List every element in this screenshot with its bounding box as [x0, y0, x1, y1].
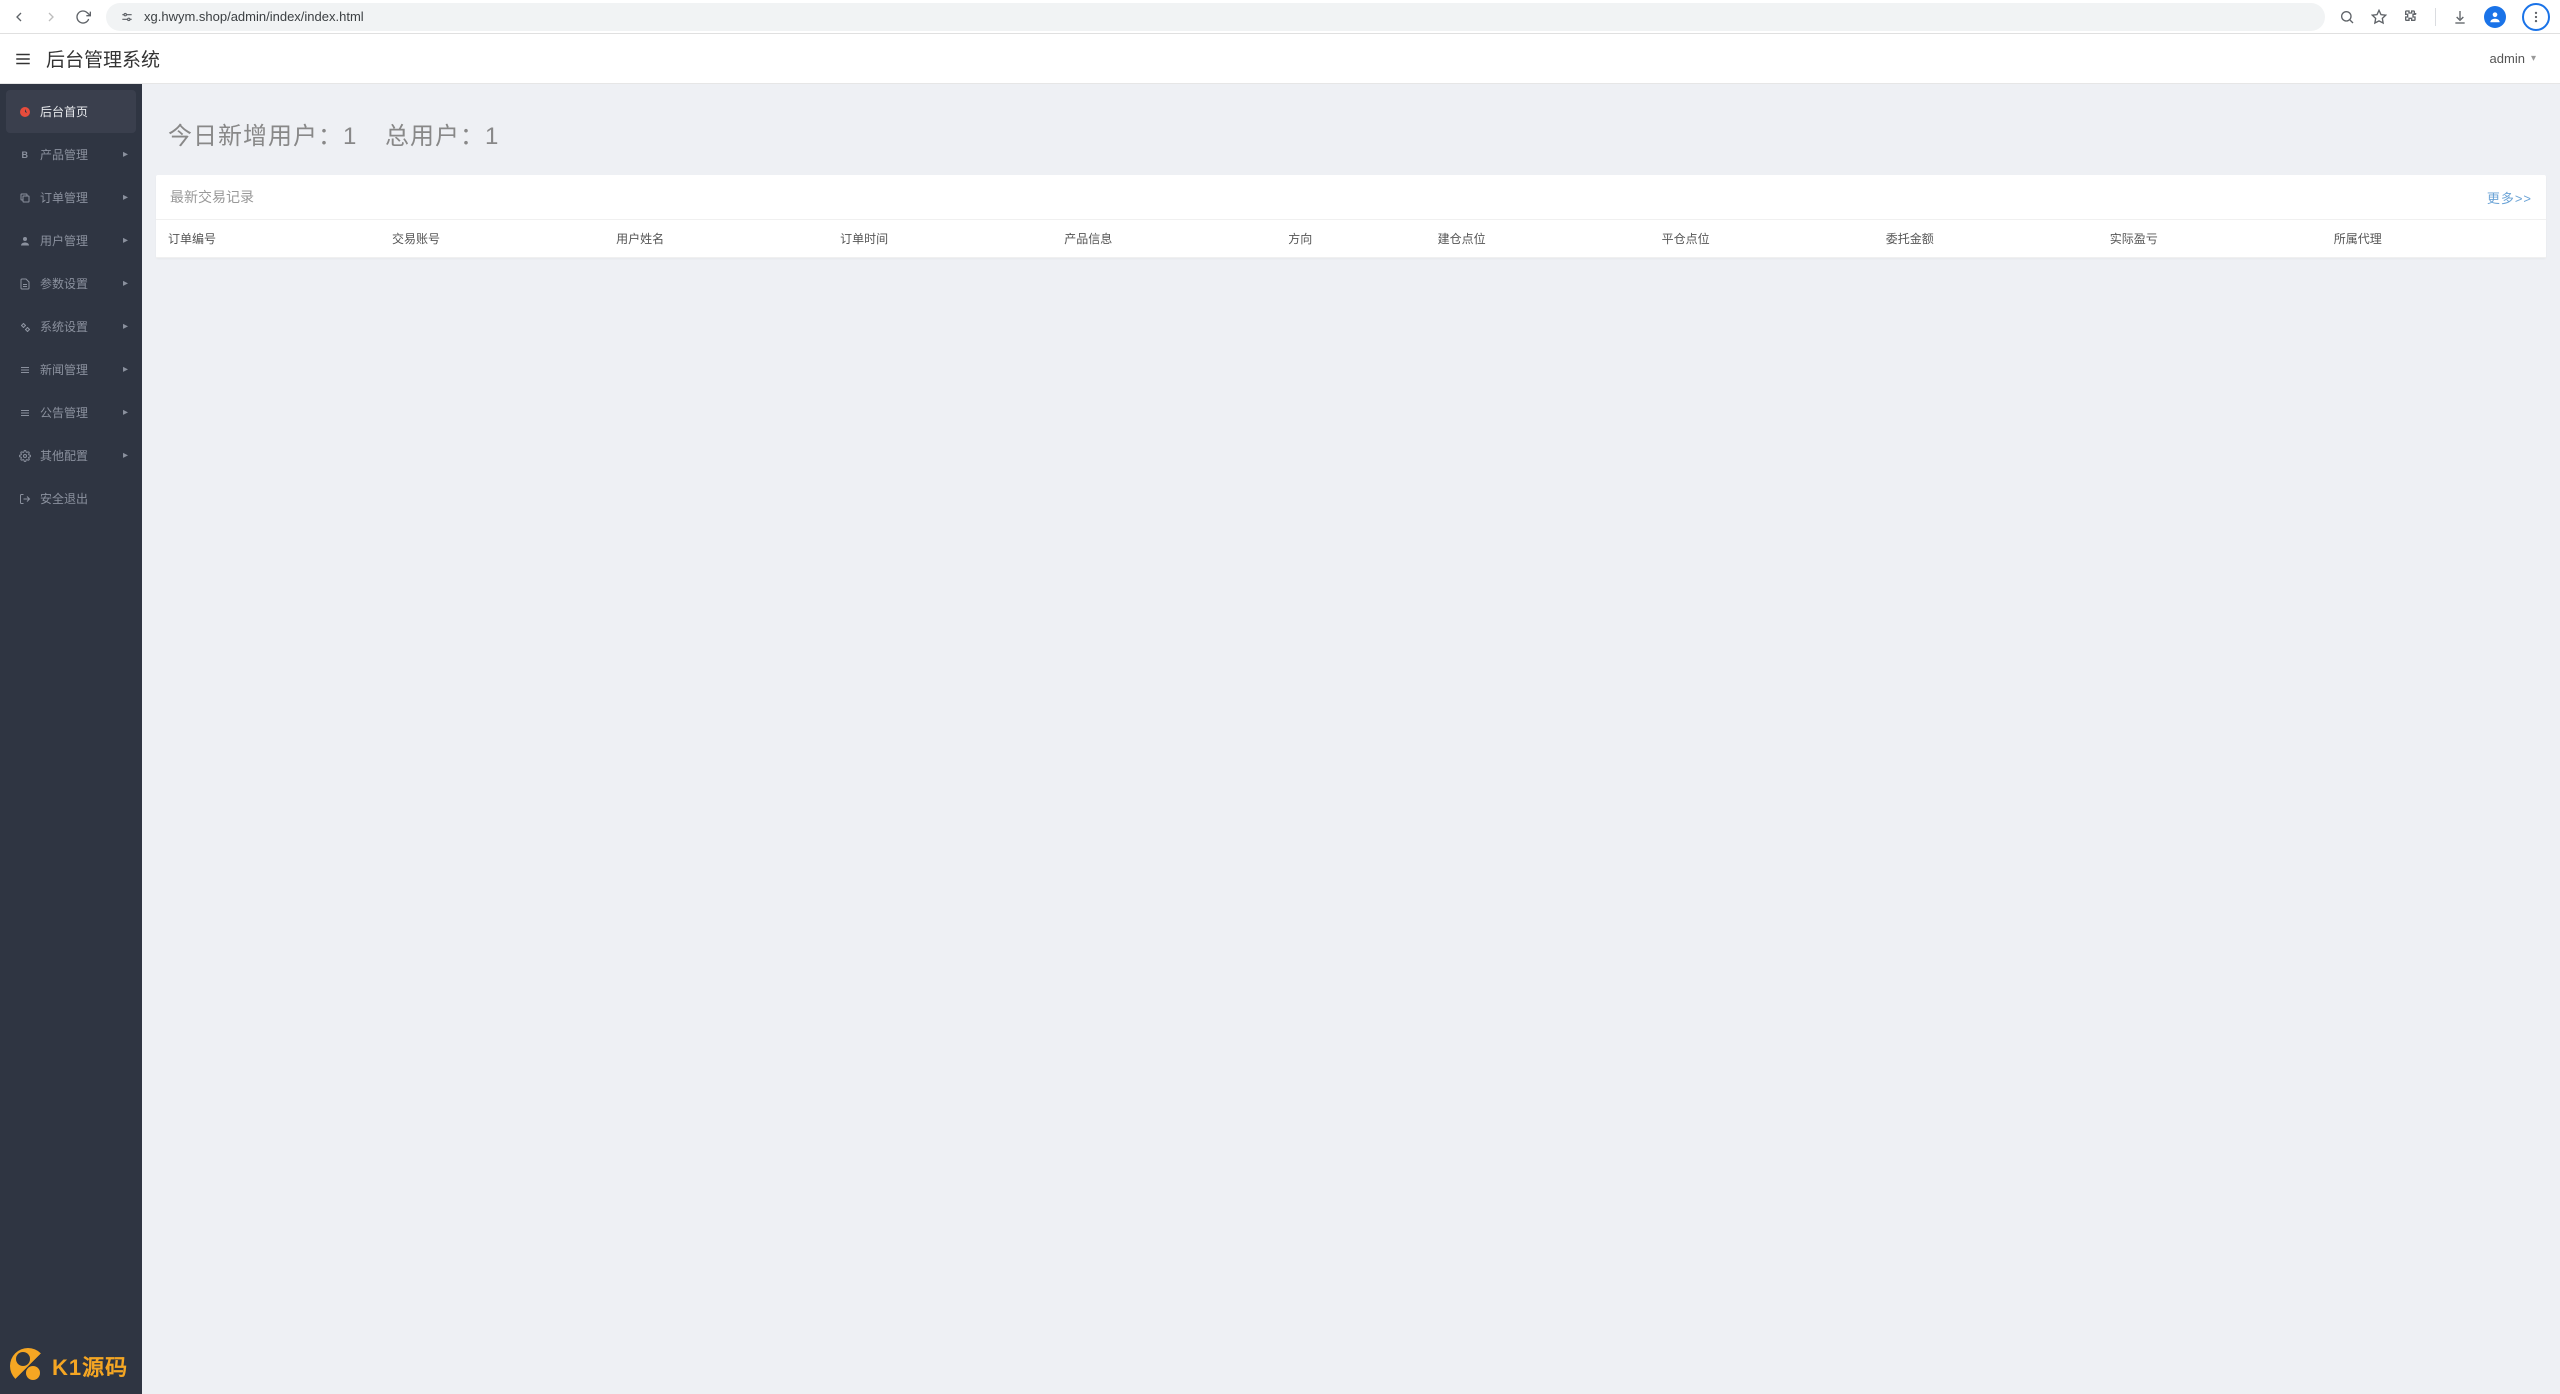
user-name: admin [2490, 51, 2525, 66]
sidebar-item-9[interactable]: 安全退出 [0, 477, 142, 520]
site-settings-icon[interactable] [120, 10, 134, 24]
chevron-right-icon: ▸ [123, 321, 128, 332]
chevron-right-icon: ▸ [123, 364, 128, 375]
stat-total-users: 总用户：1 [385, 116, 503, 151]
app-header: 后台管理系统 admin ▾ [0, 34, 2560, 84]
table-header: 实际盈亏 [2098, 220, 2322, 258]
more-link[interactable]: 更多>> [2487, 188, 2532, 207]
table-header: 建仓点位 [1426, 220, 1650, 258]
address-bar[interactable]: xg.hwym.shop/admin/index/index.html [106, 3, 2325, 31]
list-icon [17, 364, 33, 376]
back-button[interactable] [10, 8, 28, 26]
dashboard-icon [17, 106, 33, 118]
table-header: 用户姓名 [604, 220, 828, 258]
sidebar-item-6[interactable]: 新闻管理 ▸ [0, 348, 142, 391]
cogs-icon [17, 321, 33, 333]
table-header: 订单编号 [156, 220, 380, 258]
file-icon [17, 278, 33, 290]
copy-icon [17, 192, 33, 204]
chevron-right-icon: ▸ [123, 278, 128, 289]
browser-toolbar: xg.hwym.shop/admin/index/index.html [0, 0, 2560, 34]
chevron-right-icon: ▸ [123, 407, 128, 418]
sidebar-item-5[interactable]: 系统设置 ▸ [0, 305, 142, 348]
reload-button[interactable] [74, 8, 92, 26]
app-title: 后台管理系统 [46, 45, 160, 72]
sidebar-item-label: 公告管理 [40, 404, 88, 421]
browser-menu-icon[interactable] [2522, 3, 2550, 31]
sidebar: 后台首页 B 产品管理 ▸ 订单管理 ▸ 用户管理 ▸ 参数设置 ▸ 系统设置 ▸ 新闻管理 ▸ 公告管理 ▸… [0, 84, 142, 1394]
sidebar-item-label: 新闻管理 [40, 361, 88, 378]
search-zoom-icon[interactable] [2339, 9, 2355, 25]
table-header: 平仓点位 [1650, 220, 1874, 258]
downloads-icon[interactable] [2452, 9, 2468, 25]
stat-today-new-users: 今日新增用户：1 [168, 116, 361, 151]
forward-button[interactable] [42, 8, 60, 26]
watermark-logo-icon [10, 1348, 46, 1384]
latest-transactions-card: 最新交易记录 更多>> 订单编号交易账号用户姓名订单时间产品信息方向建仓点位平仓… [156, 175, 2546, 258]
svg-text:B: B [22, 150, 29, 160]
sidebar-item-label: 其他配置 [40, 447, 88, 464]
sidebar-item-label: 参数设置 [40, 275, 88, 292]
table-header: 委托金额 [1874, 220, 2098, 258]
sidebar-item-8[interactable]: 其他配置 ▸ [0, 434, 142, 477]
extensions-icon[interactable] [2403, 9, 2419, 25]
bitcoin-icon: B [17, 149, 33, 161]
chevron-right-icon: ▸ [123, 450, 128, 461]
watermark: K1源码 [10, 1348, 128, 1384]
watermark-text: K1源码 [52, 1350, 128, 1382]
table-header: 产品信息 [1052, 220, 1276, 258]
sidebar-item-2[interactable]: 订单管理 ▸ [0, 176, 142, 219]
divider [2435, 8, 2436, 26]
sidebar-item-label: 安全退出 [40, 490, 88, 507]
table-header: 所属代理 [2322, 220, 2546, 258]
main-content: 今日新增用户：1 总用户：1 最新交易记录 更多>> 订单编号交易账号用户姓名订… [142, 84, 2560, 1394]
sidebar-item-label: 系统设置 [40, 318, 88, 335]
card-title: 最新交易记录 [170, 187, 254, 207]
sidebar-item-4[interactable]: 参数设置 ▸ [0, 262, 142, 305]
sidebar-toggle-icon[interactable] [14, 50, 32, 68]
sidebar-item-7[interactable]: 公告管理 ▸ [0, 391, 142, 434]
chevron-right-icon: ▸ [123, 149, 128, 160]
table-header: 订单时间 [828, 220, 1052, 258]
bookmark-star-icon[interactable] [2371, 9, 2387, 25]
table-header: 交易账号 [380, 220, 604, 258]
sidebar-item-label: 用户管理 [40, 232, 88, 249]
table-header: 方向 [1276, 220, 1425, 258]
sidebar-item-label: 订单管理 [40, 189, 88, 206]
chevron-right-icon: ▸ [123, 235, 128, 246]
gear-icon [17, 450, 33, 462]
chevron-right-icon: ▸ [123, 192, 128, 203]
chevron-down-icon: ▾ [2531, 53, 2536, 64]
transactions-table: 订单编号交易账号用户姓名订单时间产品信息方向建仓点位平仓点位委托金额实际盈亏所属… [156, 220, 2546, 258]
sidebar-item-3[interactable]: 用户管理 ▸ [0, 219, 142, 262]
signout-icon [17, 493, 33, 505]
sidebar-item-label: 产品管理 [40, 146, 88, 163]
list-icon [17, 407, 33, 419]
user-menu[interactable]: admin ▾ [2490, 51, 2536, 66]
user-icon [17, 235, 33, 247]
url-text: xg.hwym.shop/admin/index/index.html [144, 9, 364, 24]
stats-row: 今日新增用户：1 总用户：1 [156, 108, 2546, 175]
sidebar-item-label: 后台首页 [40, 103, 88, 120]
sidebar-item-1[interactable]: B 产品管理 ▸ [0, 133, 142, 176]
sidebar-item-0[interactable]: 后台首页 [6, 90, 136, 133]
profile-avatar-icon[interactable] [2484, 6, 2506, 28]
